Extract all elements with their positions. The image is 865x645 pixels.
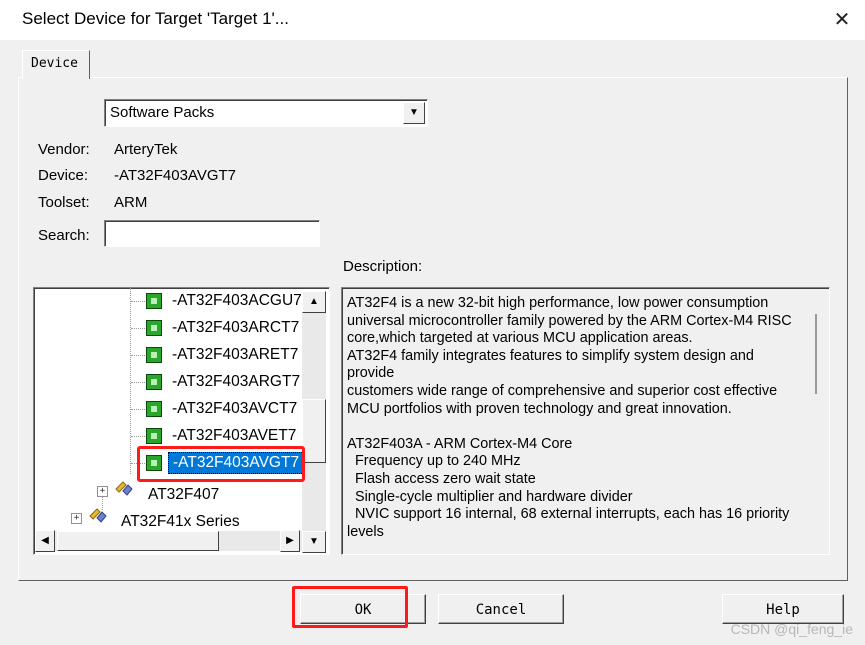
source-select-value: Software Packs [110, 104, 215, 121]
scroll-left-icon[interactable]: ◀ [35, 530, 55, 552]
tree-item-label: AT32F41x Series [121, 513, 240, 530]
scroll-thumb[interactable] [57, 531, 219, 551]
selection-highlight-box [137, 446, 305, 482]
chip-icon [146, 320, 162, 336]
tree-item-label: -AT32F403ARGT7 [172, 373, 301, 390]
description-scrollbar[interactable] [815, 314, 817, 394]
toolset-label: Toolset: [38, 194, 90, 211]
chip-icon [146, 428, 162, 444]
close-icon[interactable]: ✕ [819, 0, 865, 40]
chevron-down-icon[interactable]: ▼ [403, 102, 425, 124]
scroll-up-icon[interactable]: ▲ [302, 291, 326, 313]
tree-item-label: AT32F407 [148, 486, 220, 503]
scroll-down-icon[interactable]: ▼ [302, 531, 326, 553]
chip-icon [146, 293, 162, 309]
tree-item-label: -AT32F403ACGU7 [172, 292, 302, 309]
chip-icon [146, 401, 162, 417]
chip-icon [146, 347, 162, 363]
tab-device-label: Device [31, 56, 78, 71]
tree-item-label: -AT32F403AVET7 [172, 427, 297, 444]
tree-item-label: -AT32F403ARCT7 [172, 319, 300, 336]
description-text: AT32F4 is a new 32-bit high performance,… [347, 295, 792, 540]
device-value: -AT32F403AVGT7 [114, 167, 236, 184]
window-title: Select Device for Target 'Target 1'... [22, 9, 289, 28]
tree-vertical-scrollbar[interactable]: ▲ ▼ [302, 291, 326, 553]
search-label: Search: [38, 227, 90, 244]
device-tree[interactable]: -AT32F403ACGU7 -AT32F403ARCT7 -AT32F403A… [33, 287, 330, 555]
expand-icon[interactable]: + [97, 486, 108, 497]
expand-icon[interactable]: + [71, 513, 82, 524]
device-label: Device: [38, 167, 89, 184]
ok-highlight-box [292, 586, 408, 628]
cancel-button[interactable]: Cancel [438, 594, 564, 624]
search-input[interactable] [104, 220, 320, 247]
device-family-icon [115, 481, 133, 496]
toolset-value: ARM [114, 194, 148, 211]
device-family-icon [89, 508, 107, 523]
title-bar: Select Device for Target 'Target 1'... ✕ [0, 0, 865, 40]
vendor-value: ArteryTek [114, 141, 178, 158]
tree-horizontal-scrollbar[interactable]: ◀ ▶ [35, 530, 302, 552]
tree-item-label: -AT32F403AVCT7 [172, 400, 298, 417]
tree-item-label: -AT32F403ARET7 [172, 346, 299, 363]
scroll-thumb[interactable] [302, 399, 326, 463]
vendor-label: Vendor: [38, 141, 90, 158]
description-label: Description: [343, 258, 423, 275]
chip-icon [146, 374, 162, 390]
scroll-right-icon[interactable]: ▶ [280, 530, 300, 552]
watermark: CSDN @qi_feng_ie [730, 621, 853, 637]
tab-device[interactable]: Device [22, 50, 90, 79]
description-box: AT32F4 is a new 32-bit high performance,… [341, 287, 830, 555]
help-button[interactable]: Help [722, 594, 844, 624]
source-select[interactable]: Software Packs ▼ [104, 99, 428, 127]
